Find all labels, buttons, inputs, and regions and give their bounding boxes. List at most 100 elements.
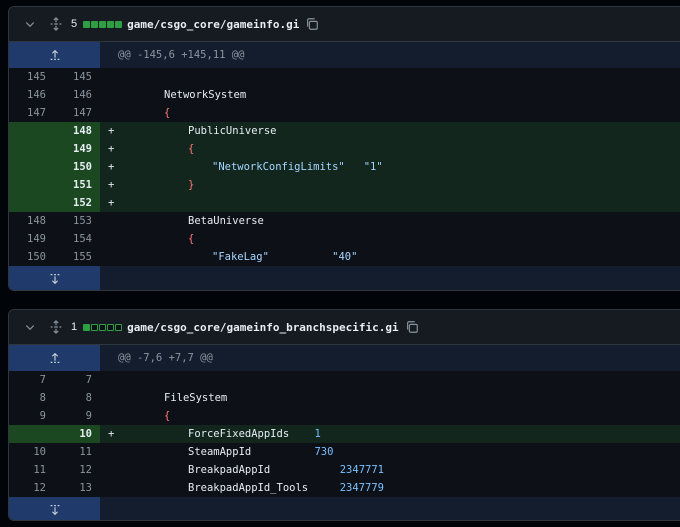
old-line-number[interactable]: 148	[9, 212, 54, 230]
new-line-number[interactable]: 148	[54, 122, 100, 140]
old-line-number[interactable]: 9	[9, 407, 54, 425]
old-line-number[interactable]: 147	[9, 104, 54, 122]
new-line-number[interactable]: 9	[54, 407, 100, 425]
added-line: 10 + ForceFixedAppIds 1	[9, 425, 680, 443]
diffstat-square	[91, 20, 99, 28]
context-line: 12 13 BreakpadAppId_Tools 2347779	[9, 479, 680, 497]
diffstat	[83, 20, 123, 28]
code-token: "1"	[363, 161, 383, 173]
unfold-down-icon[interactable]	[9, 266, 100, 290]
old-line-number[interactable]: 7	[9, 371, 54, 389]
new-line-number[interactable]: 7	[54, 371, 100, 389]
diff-marker	[100, 68, 122, 86]
diff-marker: +	[100, 158, 122, 176]
code-content: }	[122, 176, 680, 194]
code-token: {	[164, 107, 171, 119]
copy-icon[interactable]	[405, 320, 419, 334]
code-content: {	[122, 104, 680, 122]
new-line-number[interactable]: 154	[54, 230, 100, 248]
diff-marker	[100, 479, 122, 497]
old-line-number[interactable]: 149	[9, 230, 54, 248]
code-token: {	[188, 233, 195, 245]
context-line: 10 11 SteamAppId 730	[9, 443, 680, 461]
new-line-number[interactable]: 155	[54, 248, 100, 266]
hunk-range: @@ -7,6 +7,7 @@	[118, 352, 213, 364]
new-line-number[interactable]: 10	[54, 425, 100, 443]
code-content	[122, 68, 680, 86]
change-count: 1	[71, 321, 78, 333]
code-token: {	[188, 143, 195, 155]
code-token: FileSystem	[164, 392, 228, 404]
diff-marker: +	[100, 194, 122, 212]
new-line-number[interactable]: 146	[54, 86, 100, 104]
copy-icon[interactable]	[305, 17, 319, 31]
old-line-number[interactable]	[9, 425, 54, 443]
new-line-number[interactable]: 8	[54, 389, 100, 407]
new-line-number[interactable]: 12	[54, 461, 100, 479]
new-line-number[interactable]: 151	[54, 176, 100, 194]
unfold-up-icon[interactable]	[9, 345, 100, 371]
diff-marker: +	[100, 176, 122, 194]
code-token: {	[164, 410, 171, 422]
old-line-number[interactable]	[9, 122, 54, 140]
new-line-number[interactable]: 11	[54, 443, 100, 461]
context-line: 77	[9, 371, 680, 389]
context-line: 150 155 "FakeLag" "40"	[9, 248, 680, 266]
old-line-number[interactable]: 11	[9, 461, 54, 479]
old-line-number[interactable]	[9, 140, 54, 158]
diffstat-square	[91, 323, 99, 331]
new-line-number[interactable]: 13	[54, 479, 100, 497]
context-line: 8 8 FileSystem	[9, 389, 680, 407]
context-line: 148 153 BetaUniverse	[9, 212, 680, 230]
old-line-number[interactable]: 12	[9, 479, 54, 497]
diff-lines: 145 145 146 146 NetworkSystem 147 147{148 + Publ…	[9, 68, 680, 266]
new-line-number[interactable]: 147	[54, 104, 100, 122]
old-line-number[interactable]	[9, 194, 54, 212]
unfold-up-icon[interactable]	[9, 42, 100, 68]
code-content: PublicUniverse	[122, 122, 680, 140]
old-line-number[interactable]: 146	[9, 86, 54, 104]
code-token: NetworkSystem	[164, 89, 247, 101]
old-line-number[interactable]: 10	[9, 443, 54, 461]
code-content: BreakpadAppId_Tools 2347779	[122, 479, 680, 497]
diffstat-square	[99, 20, 107, 28]
context-line: 146 146 NetworkSystem	[9, 86, 680, 104]
chevron-down-icon[interactable]	[22, 319, 38, 335]
code-content: "NetworkConfigLimits" "1"	[122, 158, 680, 176]
fold-icon[interactable]	[48, 319, 64, 335]
diffstat-square	[107, 20, 115, 28]
chevron-down-icon[interactable]	[22, 16, 38, 32]
unfold-down-icon[interactable]	[9, 497, 100, 520]
new-line-number[interactable]: 145	[54, 68, 100, 86]
context-line: 145 145	[9, 68, 680, 86]
added-line: 148 + PublicUniverse	[9, 122, 680, 140]
file-path[interactable]: game/csgo_core/gameinfo_branchspecific.g…	[127, 321, 399, 334]
code-token: SteamAppId	[188, 446, 252, 458]
code-token: PublicUniverse	[188, 125, 277, 137]
new-line-number[interactable]: 150	[54, 158, 100, 176]
code-token: 2347779	[339, 482, 384, 494]
new-line-number[interactable]: 149	[54, 140, 100, 158]
code-content	[122, 371, 680, 389]
old-line-number[interactable]	[9, 176, 54, 194]
old-line-number[interactable]: 145	[9, 68, 54, 86]
diff-marker: +	[100, 140, 122, 158]
code-content	[122, 194, 680, 212]
diffstat-square	[115, 323, 123, 331]
diff-marker	[100, 212, 122, 230]
old-line-number[interactable]: 8	[9, 389, 54, 407]
added-line: 151 +}	[9, 176, 680, 194]
old-line-number[interactable]	[9, 158, 54, 176]
code-token: "NetworkConfigLimits"	[212, 161, 345, 173]
diff-marker	[100, 371, 122, 389]
new-line-number[interactable]: 152	[54, 194, 100, 212]
fold-icon[interactable]	[48, 16, 64, 32]
code-content: "FakeLag" "40"	[122, 248, 680, 266]
file-path[interactable]: game/csgo_core/gameinfo.gi	[127, 18, 299, 31]
old-line-number[interactable]: 150	[9, 248, 54, 266]
new-line-number[interactable]: 153	[54, 212, 100, 230]
code-content: ForceFixedAppIds 1	[122, 425, 680, 443]
